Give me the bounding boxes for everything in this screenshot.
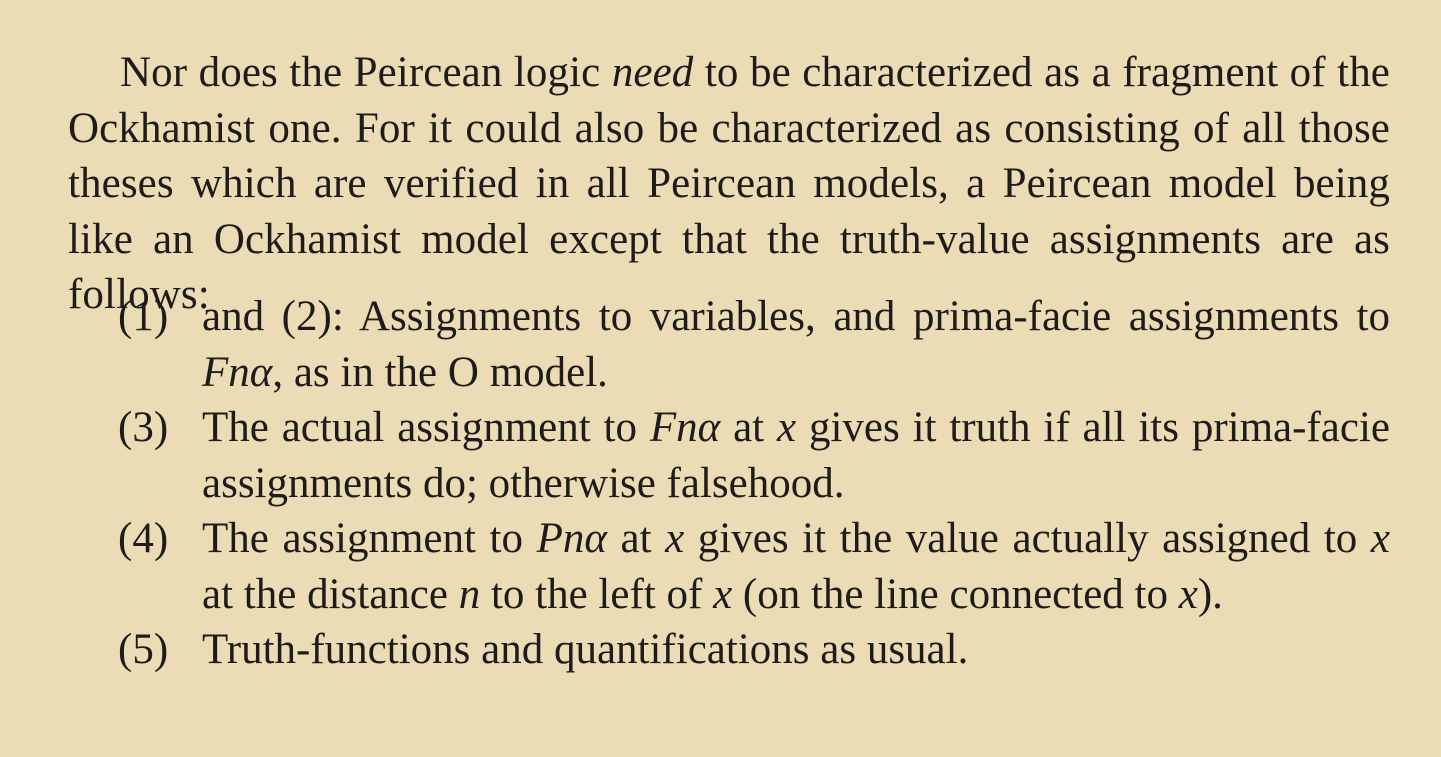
item-text-segment: (on the line connected to [732, 570, 1179, 618]
item-text: The actual assignment to Fnα at x gives … [202, 400, 1390, 511]
item-text-segment: at the distance [202, 570, 459, 618]
list-item-1: (1) and (2): Assignments to variables, a… [118, 289, 1390, 400]
item-text: The assignment to Pnα at x gives it the … [202, 511, 1390, 622]
item-text-segment: to the left of [480, 570, 714, 618]
item-variable: x [713, 570, 733, 618]
item-variable: n [458, 570, 481, 618]
item-formula: Fnα [202, 348, 273, 396]
item-text-segment: and (2): Assignments to variables, and p… [202, 293, 1390, 340]
item-variable: x [1178, 570, 1198, 618]
intro-paragraph: Nor does the Peircean logic need to be c… [68, 45, 1390, 323]
item-number: (3) [118, 404, 169, 451]
assignment-list: (1) and (2): Assignments to variables, a… [118, 289, 1390, 678]
item-text-segment: The assignment to [202, 515, 537, 562]
item-text-segment: ). [1197, 570, 1223, 618]
item-text-segment: , as in the O model. [272, 348, 608, 396]
item-text: and (2): Assignments to variables, and p… [202, 289, 1390, 400]
item-text: Truth-functions and quantifications as u… [202, 622, 1390, 678]
item-text-segment: Truth-functions and quantifications as u… [202, 626, 969, 673]
list-item-3: (3) The actual assignment to Fnα at x gi… [118, 400, 1390, 511]
intro-emphasis: need [611, 49, 694, 96]
item-number: (1) [118, 293, 169, 340]
item-number: (4) [118, 515, 169, 562]
item-formula: Pnα [536, 515, 607, 562]
item-formula: Fnα [649, 404, 721, 451]
page: Nor does the Peircean logic need to be c… [0, 0, 1441, 757]
item-variable: x [776, 404, 797, 451]
item-number: (5) [118, 626, 169, 673]
list-item-5: (5) Truth-functions and quantifications … [118, 622, 1390, 678]
item-variable: x [1370, 515, 1390, 562]
item-text-segment: at [606, 515, 666, 562]
list-item-4: (4) The assignment to Pnα at x gives it … [118, 511, 1390, 622]
item-text-segment: at [720, 404, 777, 451]
intro-text-part1: Nor does the Peircean logic [120, 49, 612, 96]
item-text-segment: The actual assignment to [202, 404, 650, 451]
item-variable: x [665, 515, 685, 562]
item-text-segment: gives it the value actually assigned to [684, 515, 1371, 562]
